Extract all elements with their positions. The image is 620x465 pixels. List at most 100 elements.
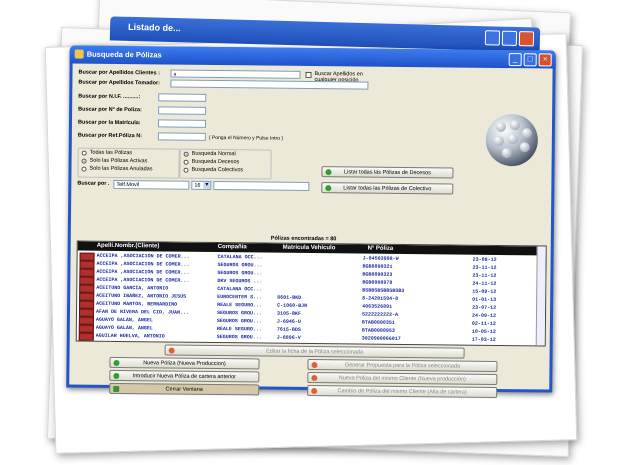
matricula-label: Buscar por la Matrícula: — [77, 119, 141, 127]
cerrar-label: Cerrar Ventana — [165, 386, 203, 393]
editar-poliza-button[interactable]: Editar la ficha de la Póliza seleccionad… — [164, 344, 465, 359]
introducir-poliza-button[interactable]: Introducir Nueva Póliza de cartera anter… — [109, 369, 260, 383]
cell-poliza: 3020900066017 — [361, 335, 401, 342]
cell-date: 02-11-12 — [471, 320, 496, 327]
cell-matricula: 3105-BKF — [276, 310, 302, 317]
anuladas-label: Solo las Pólizas Anuladas — [89, 165, 153, 173]
nif-input[interactable] — [158, 93, 207, 102]
cell-compania: SEGUROS GROU... — [217, 262, 263, 269]
cell-poliza: 8-24201594-8 — [362, 295, 399, 302]
apellidos-clientes-input[interactable]: a — [170, 69, 301, 79]
nueva-cliente-label: Nueva Póliza del mismo Cliente (Nueva pr… — [338, 375, 466, 383]
ref-poliza-input[interactable] — [157, 132, 206, 141]
cell-matricula — [277, 271, 357, 272]
cerrar-ventana-button[interactable]: Cerrar Ventana — [109, 382, 260, 396]
buscar-apellidos-checkbox[interactable] — [305, 71, 312, 78]
cell-matricula — [277, 279, 357, 280]
normal-radio[interactable] — [183, 151, 189, 157]
num-poliza-label: Buscar por Nº de Poliza: — [78, 106, 142, 114]
minimize-icon[interactable]: _ — [508, 53, 522, 67]
maximize-icon[interactable]: □ — [523, 53, 537, 67]
poliza-icon — [78, 332, 94, 341]
apellidos-clientes-label: Buscar por Apellidos Clientes : — [78, 69, 160, 77]
background-window-title: Listado de... — [127, 21, 181, 34]
cell-poliza: 4063526891 — [362, 303, 393, 310]
cell-compania: SEGUROS GROU... — [216, 310, 263, 317]
cell-date: 24-09-12 — [471, 312, 497, 319]
cell-date: 01-01-13 — [472, 296, 497, 303]
matricula-input[interactable] — [157, 119, 207, 128]
cell-poliza: BGB8890321 — [362, 263, 393, 270]
column-header[interactable]: Apellí.Nombr.(Cliente) — [97, 243, 160, 250]
cell-matricula: C-1060-BJN — [277, 302, 308, 309]
nueva-poliza-button[interactable]: Nueva Póliza (Nueva Produccion) — [109, 356, 260, 370]
anuladas-radio[interactable] — [81, 166, 87, 172]
num-select[interactable]: 16 ▼ — [191, 180, 212, 190]
window-client: Buscar por Apellidos Clientes : a Buscar… — [69, 63, 553, 398]
buscar-por-value: Telf.Movil — [116, 181, 140, 189]
num-value: 16 — [194, 182, 201, 189]
cell-date: 17-03-12 — [471, 336, 496, 343]
cell-name: ACCEIPA ,ASOCIACIÓN DE COMER... — [96, 252, 190, 260]
maximize-icon[interactable] — [501, 30, 518, 47]
cell-matricula: J-6946-U — [276, 318, 301, 325]
polizas-count: Pólizas encontradas = 80 — [270, 235, 337, 243]
cell-name: AGUILAR HUELVA, ANTONIO — [95, 332, 165, 340]
decesos-radio[interactable] — [183, 159, 189, 165]
ref-hint: ( Ponga el Número y Pulse Intro ) — [208, 134, 284, 142]
search-window: Busqueda de Pólizas _ □ × Buscar por Ape… — [66, 45, 556, 398]
orange-dot-icon — [311, 362, 318, 369]
cell-name: AFAN DE RIVERA DEL CID, JUAN... — [95, 308, 190, 316]
cell-date: 23-07-12 — [472, 304, 497, 311]
column-header[interactable]: Compañía — [218, 244, 247, 250]
apellidos-tomador-label: Buscar por Apellidos Tomador: — [78, 79, 161, 87]
cell-matricula — [278, 263, 358, 264]
column-header[interactable]: Nº Póliza — [368, 246, 394, 252]
green-dot-icon — [325, 185, 332, 192]
cell-name: ACEITUNO MARTOS, BERNARDINO — [96, 300, 178, 308]
buscar-por-input[interactable] — [213, 180, 310, 191]
todas-radio[interactable] — [81, 150, 87, 156]
window-title: Busqueda de Pólizas — [86, 49, 162, 60]
cell-name: ACEITUNO GARCÍA, ANTONIO — [96, 284, 169, 292]
activas-radio[interactable] — [81, 158, 87, 164]
cambio-poliza-button[interactable]: Cambio de Póliza del mismo Cliente (Alta… — [307, 384, 498, 398]
listar-decesos-button[interactable]: Listar todas las Pólizas de Decesos — [321, 166, 454, 179]
cell-compania: CATALANA OCC... — [217, 286, 263, 293]
cell-matricula: J-8896-V — [276, 334, 301, 341]
cell-matricula: 7615-BDS — [276, 326, 301, 333]
cell-poliza: BTAB0080953 — [361, 327, 395, 334]
green-dot-icon — [113, 359, 120, 367]
colectivos-label: Busqueda Colectivos — [191, 166, 244, 174]
minimize-icon[interactable] — [484, 30, 501, 46]
num-poliza-input[interactable] — [158, 106, 207, 115]
cell-compania: DKV SEGUROS ... — [217, 278, 263, 285]
cell-compania: EUROCENTER S... — [217, 294, 263, 301]
colectivos-radio[interactable] — [183, 167, 189, 173]
logo-sphere — [485, 113, 539, 167]
cell-poliza: S222222222-A — [361, 311, 399, 318]
cell-compania: REALE SEGURO... — [217, 302, 263, 309]
cell-compania: SEGUROS GROU... — [217, 270, 263, 277]
cell-date: 15-09-12 — [472, 288, 497, 295]
cell-name: ACCEIPA ,ASOCIACIÓN DE COMER... — [96, 268, 190, 276]
cell-poliza: J-04503998-W — [362, 255, 399, 262]
close-icon[interactable]: × — [538, 53, 552, 67]
buscar-por-label: Buscar por . — [77, 180, 110, 187]
ref-poliza-label: Buscar por Ref.Póliza N: — [77, 132, 143, 140]
generar-propuesta-button[interactable]: Generar Propuesta para la Póliza selecci… — [307, 358, 498, 372]
column-header[interactable]: Matrícula Vehículo — [283, 245, 336, 252]
nueva-poliza-cliente-button[interactable]: Nueva Póliza del mismo Cliente (Nueva pr… — [307, 371, 498, 385]
close-icon[interactable] — [518, 31, 535, 47]
cell-matricula: 8601-BKD — [277, 294, 302, 301]
activas-label: Solo las Pólizas Activas — [89, 157, 148, 165]
cell-date: 23-11-12 — [472, 264, 497, 271]
apellidos-tomador-input[interactable] — [170, 79, 369, 90]
cell-name: ACCEIPA ,ASOCIACIÓN DE COMER... — [96, 260, 190, 268]
listar-colectivo-button[interactable]: Listar todas las Pólizas de Colectivo — [321, 182, 454, 195]
cell-name: ACCEIPA ,ASOCIACIÓN DE COMER... — [96, 276, 190, 284]
cell-date: 23-11-12 — [472, 272, 497, 279]
polizas-table[interactable]: Apellí.Nombr.(Cliente) Compañía Matrícul… — [75, 240, 547, 347]
buscar-por-select[interactable]: Telf.Movil — [113, 179, 190, 190]
green-dot-icon — [113, 372, 120, 380]
